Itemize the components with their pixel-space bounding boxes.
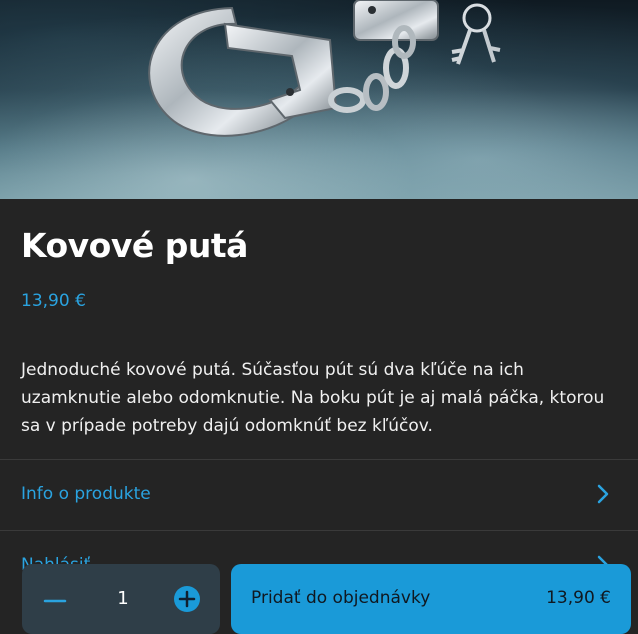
handcuffs-image [148,0,501,137]
quantity-stepper: 1 [22,564,220,634]
section-label: Info o produkte [21,484,151,504]
decrease-quantity-button[interactable] [42,588,68,614]
product-description: Jednoduché kovové putá. Súčasťou pút sú … [21,360,605,436]
product-title: Kovové putá [21,226,248,265]
product-price: 13,90 € [21,291,86,311]
chevron-right-icon [596,484,610,508]
section-info-o-produkte[interactable]: Info o produkte [0,459,638,530]
add-to-order-label: Pridať do objednávky [251,588,431,608]
add-to-order-button[interactable]: Pridať do objednávky 13,90 € [231,564,631,634]
minus-icon [43,599,67,603]
plus-icon [174,586,200,612]
increase-quantity-button[interactable] [173,585,201,613]
quantity-value: 1 [117,588,129,609]
order-total: 13,90 € [546,588,611,608]
product-image [0,0,638,199]
